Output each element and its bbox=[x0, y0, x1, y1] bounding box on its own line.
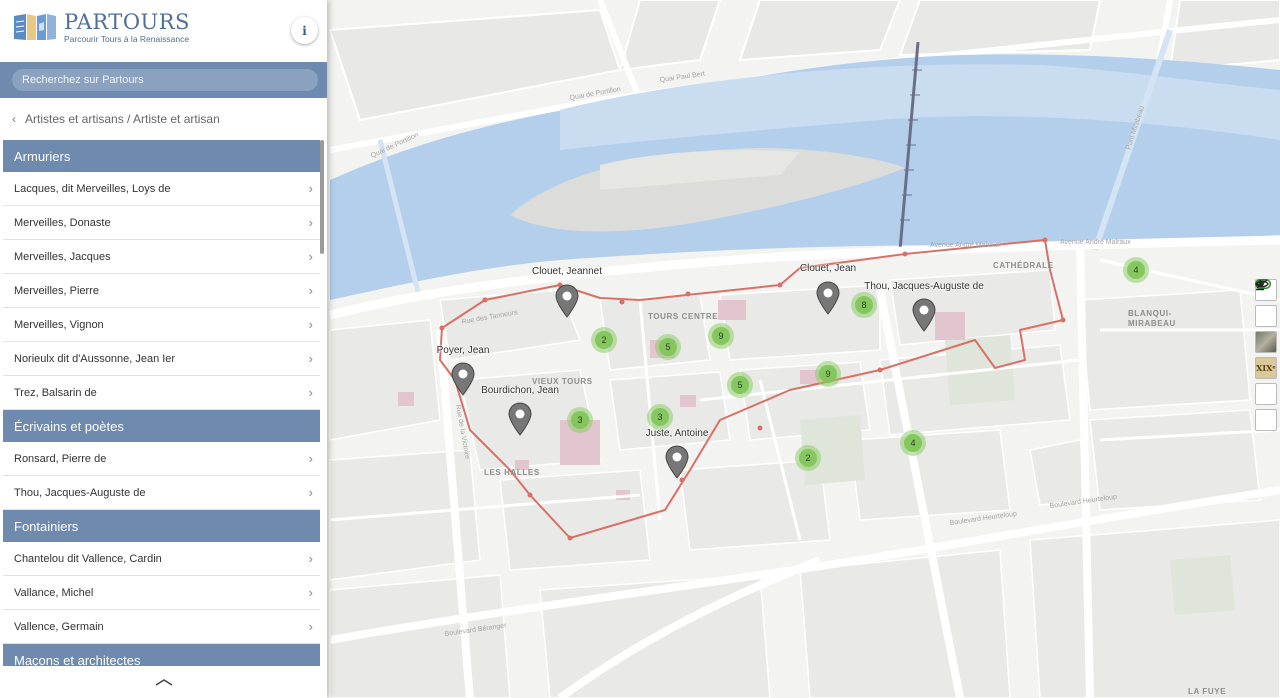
list-item[interactable]: Lacques, dit Merveilles, Loys de › bbox=[3, 172, 320, 206]
cluster-marker[interactable]: 9 bbox=[708, 323, 734, 349]
chevron-right-icon: › bbox=[308, 585, 313, 600]
cluster-count: 8 bbox=[855, 296, 873, 314]
map-controls: XIXᵉ bbox=[1255, 279, 1277, 431]
list-item[interactable]: Merveilles, Vignon › bbox=[3, 308, 320, 342]
map-pin-icon[interactable] bbox=[507, 402, 533, 436]
list-item[interactable]: Ronsard, Pierre de › bbox=[3, 442, 320, 476]
cluster-marker[interactable]: 8 bbox=[851, 292, 877, 318]
cluster-count: 3 bbox=[651, 408, 669, 426]
map-pin-icon[interactable] bbox=[664, 445, 690, 479]
cluster-count: 4 bbox=[904, 434, 922, 452]
logo-icon bbox=[12, 12, 58, 42]
list-item[interactable]: Trez, Balsarin de › bbox=[3, 376, 320, 410]
artist-list: Armuriers Lacques, dit Merveilles, Loys … bbox=[3, 140, 320, 666]
street-label: Avenue André Malraux bbox=[930, 242, 1001, 249]
chevron-up-icon bbox=[155, 679, 172, 686]
cluster-count: 5 bbox=[659, 338, 677, 356]
map-pin-icon[interactable] bbox=[450, 362, 476, 396]
section-header: Maçons et architectes bbox=[3, 644, 320, 666]
district-label-blanqui: BLANQUI- bbox=[1128, 309, 1172, 318]
list-item[interactable]: Merveilles, Pierre › bbox=[3, 274, 320, 308]
chevron-left-icon[interactable]: ‹ bbox=[12, 112, 16, 126]
historic-layer-button[interactable]: XIXᵉ bbox=[1255, 357, 1277, 379]
list-scrollbar[interactable] bbox=[320, 140, 324, 254]
info-button[interactable]: i bbox=[291, 17, 318, 44]
list-item[interactable]: Vallence, Germain › bbox=[3, 610, 320, 644]
collapse-panel-button[interactable] bbox=[0, 666, 327, 698]
chevron-right-icon: › bbox=[308, 351, 313, 366]
cluster-marker[interactable]: 3 bbox=[647, 404, 673, 430]
pin-label: Clouet, Jean bbox=[799, 263, 857, 274]
chevron-right-icon: › bbox=[308, 283, 313, 298]
brand-tagline: Parcourir Tours à la Renaissance bbox=[64, 34, 190, 44]
list-item[interactable]: Merveilles, Donaste › bbox=[3, 206, 320, 240]
brand-header: PARTOURS Parcourir Tours à la Renaissanc… bbox=[0, 0, 327, 62]
cluster-count: 2 bbox=[595, 331, 613, 349]
cluster-marker[interactable]: 9 bbox=[815, 361, 841, 387]
section-header: Écrivains et poètes bbox=[3, 410, 320, 442]
download-icon[interactable] bbox=[1255, 280, 1277, 431]
district-label-les-halles: LES HALLES bbox=[484, 468, 540, 477]
toggle-icon[interactable] bbox=[1255, 279, 1277, 327]
chevron-right-icon: › bbox=[308, 181, 313, 196]
list-item[interactable]: Thou, Jacques-Auguste de › bbox=[3, 476, 320, 510]
list-item[interactable]: Vallance, Michel › bbox=[3, 576, 320, 610]
list-item[interactable]: Merveilles, Jacques › bbox=[3, 240, 320, 274]
chevron-right-icon: › bbox=[308, 485, 313, 500]
list-item[interactable]: Norieulx dit d'Aussonne, Jean Ier › bbox=[3, 342, 320, 376]
list-item[interactable]: Chantelou dit Vallence, Cardin › bbox=[3, 542, 320, 576]
cluster-marker[interactable]: 4 bbox=[900, 430, 926, 456]
section-header: Armuriers bbox=[3, 140, 320, 172]
street-label: Avenue André Malraux bbox=[1060, 239, 1131, 246]
cluster-marker[interactable]: 3 bbox=[567, 407, 593, 433]
map-pin-icon[interactable] bbox=[554, 284, 580, 318]
cluster-marker[interactable]: 4 bbox=[1123, 257, 1149, 283]
cluster-count: 4 bbox=[1127, 261, 1145, 279]
cluster-count: 9 bbox=[712, 327, 730, 345]
pin-label: Clouet, Jeannet bbox=[531, 266, 603, 277]
brand-name: PARTOURS bbox=[64, 10, 190, 34]
chevron-right-icon: › bbox=[308, 317, 313, 332]
pin-label: Juste, Antoine bbox=[645, 428, 709, 439]
sidebar: PARTOURS Parcourir Tours à la Renaissanc… bbox=[0, 0, 327, 698]
cluster-count: 2 bbox=[799, 449, 817, 467]
cluster-marker[interactable]: 2 bbox=[591, 327, 617, 353]
district-label-cathedrale: CATHÉDRALE bbox=[993, 261, 1054, 270]
district-label-mirabeau: MIRABEAU bbox=[1128, 319, 1176, 328]
cluster-marker[interactable]: 5 bbox=[655, 334, 681, 360]
breadcrumb-text: Artistes et artisans / Artiste et artisa… bbox=[25, 112, 220, 126]
district-label-la-fuye: LA FUYE bbox=[1188, 687, 1226, 696]
map-pin-icon[interactable] bbox=[815, 281, 841, 315]
search-input[interactable] bbox=[12, 69, 318, 91]
search-bar bbox=[0, 62, 327, 98]
chevron-right-icon: › bbox=[308, 249, 313, 264]
satellite-layer-icon[interactable] bbox=[1255, 331, 1277, 353]
cluster-count: 9 bbox=[819, 365, 837, 383]
cluster-marker[interactable]: 5 bbox=[727, 372, 753, 398]
breadcrumb[interactable]: ‹ Artistes et artisans / Artiste et arti… bbox=[0, 98, 327, 140]
cluster-count: 3 bbox=[571, 411, 589, 429]
cluster-marker[interactable]: 2 bbox=[795, 445, 821, 471]
map-pin-icon[interactable] bbox=[911, 298, 937, 332]
pin-label: Poyer, Jean bbox=[436, 345, 490, 356]
district-label-tours-centre: TOURS CENTRE bbox=[648, 312, 718, 321]
chevron-right-icon: › bbox=[308, 385, 313, 400]
cluster-count: 5 bbox=[731, 376, 749, 394]
pin-label: Bourdichon, Jean bbox=[481, 385, 559, 396]
chevron-right-icon: › bbox=[308, 215, 313, 230]
chevron-right-icon: › bbox=[308, 451, 313, 466]
section-header: Fontainiers bbox=[3, 510, 320, 542]
eye-off-icon[interactable] bbox=[1255, 279, 1277, 405]
chevron-right-icon: › bbox=[308, 551, 313, 566]
chevron-right-icon: › bbox=[308, 619, 313, 634]
pin-label: Thou, Jacques-Auguste de bbox=[864, 281, 984, 292]
